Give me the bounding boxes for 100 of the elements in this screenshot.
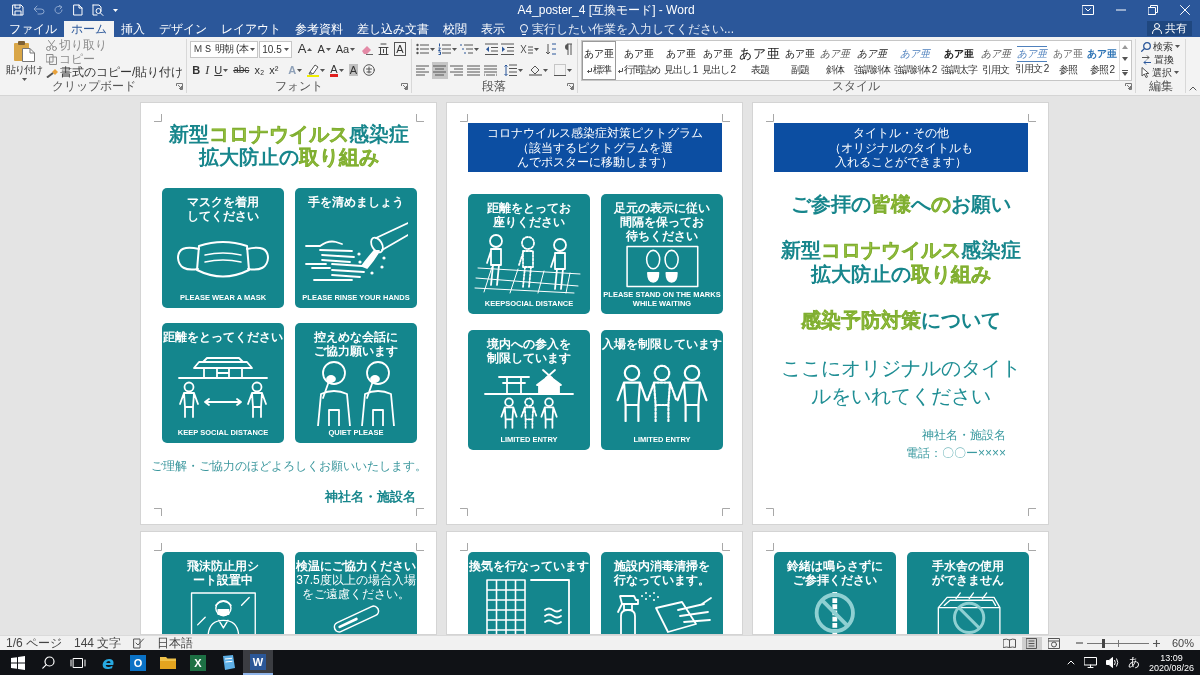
style-item[interactable]: あア亜 斜体 <box>817 41 852 80</box>
style-item[interactable]: あア亜 参照 <box>1050 41 1085 80</box>
line-spacing-icon[interactable] <box>503 64 517 76</box>
search-icon[interactable] <box>41 656 55 669</box>
chevron-up-icon[interactable] <box>1066 660 1075 665</box>
undo-icon[interactable] <box>33 5 45 15</box>
align-center-button[interactable] <box>431 61 448 79</box>
zoom-in-icon[interactable] <box>1152 639 1160 647</box>
ime-indicator[interactable]: あ <box>1127 654 1140 671</box>
mail-app-button[interactable]: O <box>123 650 153 675</box>
shrink-font-button[interactable]: A <box>315 40 333 58</box>
caret-icon[interactable] <box>542 68 548 72</box>
style-item[interactable]: あア亜 表題 <box>737 41 784 80</box>
ribbon-tab[interactable]: 表示 <box>474 21 512 37</box>
tell-me-field[interactable]: 実行したい作業を入力してください... <box>532 21 768 37</box>
ribbon-tab[interactable]: ホーム <box>64 21 114 37</box>
replace-button[interactable]: 置換 <box>1141 53 1180 66</box>
pilcrow-icon[interactable] <box>562 43 573 55</box>
scroll-down-icon[interactable] <box>1122 57 1129 62</box>
caret-icon[interactable] <box>517 68 523 72</box>
ribbon-tab[interactable]: 挿入 <box>114 21 152 37</box>
decrease-indent-icon[interactable] <box>484 43 498 55</box>
page-check-icon[interactable] <box>133 637 146 649</box>
multilevel-list-icon[interactable] <box>459 43 473 55</box>
restore-icon[interactable] <box>1148 5 1158 15</box>
font-name-field[interactable]: ＭＳ 明朝 (本 <box>190 40 259 58</box>
style-item[interactable]: あア亜 強調太字 <box>938 41 979 80</box>
corner-arrow-icon[interactable] <box>566 83 574 90</box>
page-count[interactable]: 1/6 ページ <box>6 636 62 650</box>
strikethrough-button[interactable]: abc <box>231 61 252 79</box>
customize-caret-icon[interactable] <box>113 8 118 12</box>
caret-icon[interactable] <box>533 47 539 51</box>
bottom-border-icon[interactable] <box>553 64 566 76</box>
subscript-button[interactable]: x₂ <box>252 61 267 79</box>
zoom-level[interactable]: 60% <box>1171 636 1194 650</box>
style-item[interactable]: あア亜 副題 <box>783 41 818 80</box>
style-item[interactable]: あア亜 行間詰め <box>615 41 662 80</box>
task-view-icon[interactable] <box>70 656 86 669</box>
ribbon-tab[interactable]: 校閲 <box>436 21 474 37</box>
word-count[interactable]: 144 文字 <box>74 636 122 650</box>
print-layout-button[interactable] <box>1021 636 1042 650</box>
style-item[interactable]: あア亜 見出し 2 <box>699 41 738 80</box>
font-color-button[interactable]: A <box>328 61 346 79</box>
chevron-box-icon[interactable] <box>1082 5 1094 15</box>
style-item[interactable]: あア亜 引用文 <box>978 41 1013 80</box>
font-size-field[interactable]: 10.5 <box>259 40 292 58</box>
clock[interactable]: 13:09 2020/08/26 <box>1148 652 1194 673</box>
cross-lines-icon[interactable] <box>519 43 533 55</box>
close-icon[interactable] <box>1180 5 1190 15</box>
sort-icon[interactable] <box>544 43 557 55</box>
new-document-icon[interactable] <box>73 4 83 16</box>
ribbon-tab[interactable]: ファイル <box>2 21 64 37</box>
bullet-list-icon[interactable] <box>415 43 429 55</box>
style-item[interactable]: あア亜 標準 <box>581 41 616 80</box>
paste-button[interactable]: 貼り付け <box>5 39 43 80</box>
volume-icon[interactable] <box>1105 657 1119 668</box>
monitor-icon[interactable] <box>1083 657 1097 668</box>
caret-icon[interactable] <box>566 68 572 72</box>
increase-indent-icon[interactable] <box>500 43 514 55</box>
style-item[interactable]: あア亜 参照 2 <box>1084 41 1119 80</box>
underline-button[interactable]: U <box>212 61 231 79</box>
character-border-button[interactable]: A <box>392 40 408 58</box>
character-shading-button[interactable]: A <box>346 61 360 79</box>
windows-logo-icon[interactable] <box>11 655 25 670</box>
numbered-list-icon[interactable] <box>437 43 451 55</box>
superscript-button[interactable]: x² <box>267 61 281 79</box>
corner-arrow-icon[interactable] <box>400 83 408 90</box>
find-button[interactable]: 検索 <box>1141 40 1180 53</box>
spreadsheet-app-button[interactable]: X <box>183 650 213 675</box>
print-preview-icon[interactable] <box>92 4 104 16</box>
style-item[interactable]: あア亜 見出し 1 <box>661 41 700 80</box>
style-item[interactable]: あア亜 強調斜体 2 <box>891 41 939 80</box>
change-case-button[interactable]: Aa <box>333 40 358 58</box>
corner-arrow-icon[interactable] <box>1125 83 1132 90</box>
enclosed-character-button[interactable] <box>360 61 377 79</box>
ribbon-tab[interactable]: デザイン <box>152 21 214 37</box>
corner-arrow-icon[interactable] <box>176 83 184 90</box>
redo-icon[interactable] <box>54 5 64 15</box>
format-painter-button[interactable]: 書式のコピー/貼り付け <box>46 66 184 79</box>
bold-button[interactable]: B <box>190 61 203 79</box>
ribbon-tab[interactable]: 参考資料 <box>288 21 350 37</box>
diamond-fill-icon[interactable] <box>528 64 542 76</box>
italic-button[interactable]: I <box>203 61 212 79</box>
caret-icon[interactable] <box>451 47 457 51</box>
style-item[interactable]: あア亜 引用文 2 <box>1012 41 1051 80</box>
scroll-up-icon[interactable] <box>1122 45 1129 50</box>
select-button[interactable]: 選択 <box>1141 66 1180 79</box>
ribbon-tab[interactable]: 差し込み文書 <box>350 21 436 37</box>
bar-caret-icon[interactable] <box>1122 69 1129 76</box>
caret-icon[interactable] <box>429 47 435 51</box>
browser-button[interactable]: e <box>93 650 123 675</box>
share-button[interactable]: 共有 <box>1147 21 1192 36</box>
caret-icon[interactable] <box>473 47 479 51</box>
zoom-slider-thumb[interactable] <box>1102 638 1106 648</box>
collapse-ribbon-icon[interactable] <box>1189 86 1197 91</box>
grow-font-button[interactable]: A <box>295 40 315 58</box>
style-item[interactable]: あア亜 強調斜体 <box>851 41 892 80</box>
language[interactable]: 日本語 <box>157 636 194 650</box>
ribbon-tab[interactable]: レイアウト <box>214 21 288 37</box>
phonetic-guide-button[interactable] <box>376 40 392 58</box>
